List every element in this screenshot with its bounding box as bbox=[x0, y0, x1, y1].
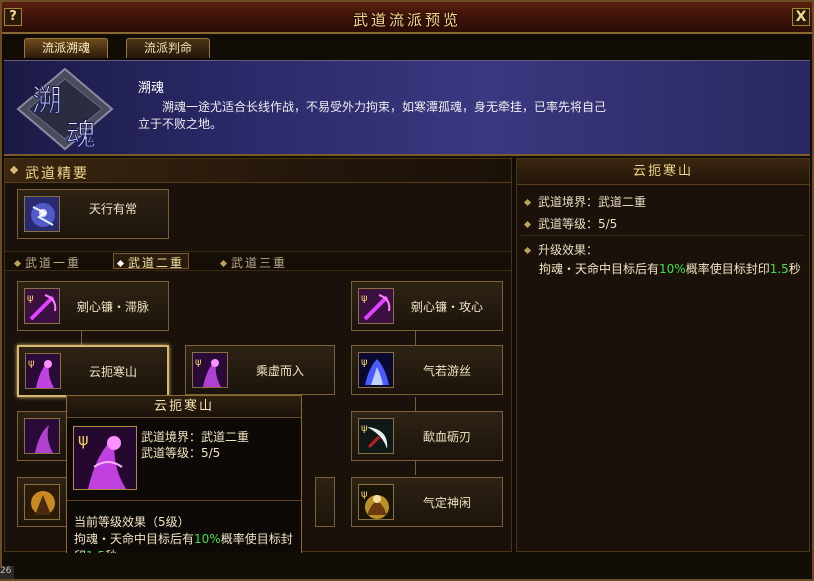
detail-realm: 武道境界：武道二重 bbox=[523, 193, 646, 210]
purple-figure-icon bbox=[24, 418, 60, 454]
skill-tianxing[interactable]: 天行有常 bbox=[17, 189, 169, 239]
corner-number: 26 bbox=[0, 566, 14, 579]
tab-suhun[interactable]: 流派溯魂 bbox=[24, 38, 108, 58]
golden-figure-icon bbox=[24, 484, 60, 520]
title-bar[interactable]: ? 武道流派预览 X bbox=[2, 2, 812, 34]
school-banner: 溯 魂 溯魂 溯魂一途尤适合长线作战，不易受外力拘束，如寒潭孤魂，身无牵挂，已率… bbox=[4, 60, 810, 156]
skill-row4-mid-edge[interactable] bbox=[315, 477, 335, 527]
tab-tier-2[interactable]: 武道二重 bbox=[113, 253, 190, 270]
skill-name: 乘虚而入 bbox=[255, 364, 304, 378]
skill-wanxin-zhimai[interactable]: ψ 剜心镰・滞脉 bbox=[17, 281, 169, 331]
svg-text:ψ: ψ bbox=[27, 293, 34, 304]
skill-shaxue-liren[interactable]: ψ 歃血砺刃 bbox=[351, 411, 503, 461]
golden-meditation-icon: ψ bbox=[358, 484, 394, 520]
skill-chengxu-erru[interactable]: ψ 乘虚而入 bbox=[185, 345, 335, 395]
detail-effect-text: 拘魂・天命中目标后有10%概率使目标封印1.5秒 bbox=[539, 262, 801, 276]
tooltip-title: 云扼寒山 bbox=[67, 396, 301, 418]
svg-text:ψ: ψ bbox=[361, 489, 368, 500]
skill-detail-panel: 云扼寒山 武道境界：武道二重 武道等级：5/5 升级效果： 拘魂・天命中目标后有… bbox=[516, 158, 810, 552]
tab-tier-3[interactable]: 武道三重 bbox=[219, 254, 287, 270]
skill-name: 天行有常 bbox=[88, 202, 137, 216]
dialog-window: ? 武道流派预览 X 流派溯魂 流派判命 溯 魂 溯魂 溯魂一途尤适合长线作战，… bbox=[0, 0, 814, 581]
skill-name: 歃血砺刃 bbox=[422, 430, 471, 444]
essentials-header: 武道精要 bbox=[5, 159, 511, 183]
crescent-blade-icon: ψ bbox=[358, 418, 394, 454]
skill-qiding-shenxian[interactable]: ψ 气定神闲 bbox=[351, 477, 503, 527]
tree-connector bbox=[415, 331, 416, 345]
tooltip-level: 武道等级：5/5 bbox=[141, 446, 221, 460]
svg-text:ψ: ψ bbox=[361, 357, 368, 368]
emblem-char-1: 溯 bbox=[32, 84, 62, 119]
svg-text:ψ: ψ bbox=[361, 293, 368, 304]
skill-name: 剜心镰・攻心 bbox=[410, 300, 483, 314]
emblem-char-2: 魂 bbox=[66, 118, 96, 153]
tree-connector bbox=[415, 397, 416, 411]
skill-qiruo-yousi[interactable]: ψ 气若游丝 bbox=[351, 345, 503, 395]
bottom-bar bbox=[2, 553, 812, 579]
skill-wanxin-gongxin[interactable]: ψ 剜心镰・攻心 bbox=[351, 281, 503, 331]
purple-figure-icon: ψ bbox=[73, 426, 137, 490]
detail-effect-label: 升级效果： bbox=[523, 241, 598, 258]
tree-connector bbox=[415, 461, 416, 475]
svg-text:ψ: ψ bbox=[195, 357, 202, 368]
tab-tier-1[interactable]: 武道一重 bbox=[13, 254, 81, 270]
tier-tabs: 武道一重 武道二重 武道三重 bbox=[5, 251, 511, 271]
close-button[interactable]: X bbox=[792, 8, 810, 26]
skill-name: 云扼寒山 bbox=[88, 365, 137, 379]
purple-figure-icon: ψ bbox=[192, 352, 228, 388]
skill-name: 剜心镰・滞脉 bbox=[76, 300, 149, 314]
purple-figure-icon: ψ bbox=[25, 353, 61, 389]
blue-flame-icon: ψ bbox=[358, 352, 394, 388]
tree-connector bbox=[81, 331, 82, 345]
svg-text:ψ: ψ bbox=[361, 423, 368, 434]
tab-panming[interactable]: 流派判命 bbox=[126, 38, 210, 58]
svg-text:ψ: ψ bbox=[78, 430, 89, 449]
sickle-purple-icon: ψ bbox=[358, 288, 394, 324]
svg-text:ψ: ψ bbox=[28, 358, 35, 369]
lightning-spirit-icon bbox=[24, 196, 60, 232]
detail-level: 武道等级：5/5 bbox=[523, 215, 617, 232]
school-description: 溯魂一途尤适合长线作战，不易受外力拘束，如寒潭孤魂，身无牵挂，已率先将自己立于不… bbox=[138, 100, 607, 131]
window-title: 武道流派预览 bbox=[352, 11, 461, 29]
tooltip-current-level-label: 当前等级效果（5级） bbox=[74, 515, 190, 529]
school-name: 溯魂 bbox=[138, 81, 165, 96]
divider bbox=[521, 235, 805, 236]
tooltip-realm: 武道境界：武道二重 bbox=[141, 430, 250, 444]
sickle-purple-icon: ψ bbox=[24, 288, 60, 324]
school-emblem-icon: 溯 魂 bbox=[16, 67, 114, 153]
skill-tooltip: 云扼寒山 ψ 武道境界：武道二重 武道等级：5/5 当前等级效果（5级） 拘魂・… bbox=[66, 395, 302, 578]
skill-name: 气若游丝 bbox=[422, 364, 471, 378]
detail-title: 云扼寒山 bbox=[517, 159, 809, 185]
essentials-title: 武道精要 bbox=[25, 166, 89, 182]
skill-yune-hanshan[interactable]: ψ 云扼寒山 bbox=[17, 345, 169, 397]
divider bbox=[67, 500, 301, 501]
skill-name: 气定神闲 bbox=[422, 496, 471, 510]
diamond-bullet-icon bbox=[9, 165, 19, 175]
